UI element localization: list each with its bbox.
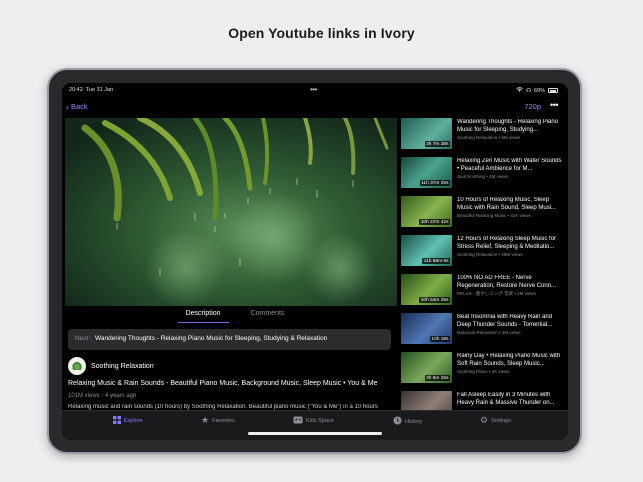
ipad-frame: 20:42 Tue 31 Jan ••• ☊ 69% ‹ Back 720p •… [47, 68, 582, 454]
tab-explore[interactable]: Explore [113, 416, 143, 426]
related-meta: Beautiful Relaxing Music • 41K views [457, 213, 531, 218]
grid-icon [113, 416, 121, 426]
battery-percent: 69% [533, 87, 545, 94]
video-meta: 101M views · 4 years ago [68, 393, 137, 399]
star-icon: ★ [201, 415, 210, 425]
channel-row[interactable]: Soothing Relaxation [68, 356, 154, 376]
related-title: Wandering Thoughts - Relaxing Piano Musi… [457, 119, 559, 133]
more-icon[interactable]: ••• [550, 100, 558, 110]
battery-icon [548, 88, 558, 93]
duration-badge: 3h 7m 38s [424, 141, 450, 147]
screen: 20:42 Tue 31 Jan ••• ☊ 69% ‹ Back 720p •… [62, 83, 568, 440]
chevron-left-icon: ‹ [66, 101, 69, 112]
next-label: Next: [75, 335, 91, 342]
related-title: 100% NO AD FREE - Nerve Regeneration, Re… [457, 275, 557, 289]
related-title: Beat Insomnia with Heavy Rain and Deep T… [457, 314, 553, 328]
tab-settings[interactable]: ⚙ Settings [480, 416, 511, 425]
related-thumbnail[interactable]: 11h 58m 9s [401, 235, 452, 266]
next-title: Wandering Thoughts - Relaxing Piano Musi… [94, 335, 328, 342]
video-player[interactable] [65, 118, 397, 306]
related-item[interactable]: 3h 7m 38s Wandering Thoughts - Relaxing … [401, 118, 568, 150]
related-thumbnail[interactable]: 3h 7m 38s [401, 118, 452, 149]
status-right: ☊ 69% [516, 87, 558, 94]
related-title: Rainy Day • Relaxing Piano Music with So… [457, 353, 561, 367]
tab-favorites-label: Favorites [212, 417, 235, 424]
related-title: Fall Asleep Easily in 3 Minutes with Hea… [457, 392, 555, 406]
next-up-bar[interactable]: Next: Wandering Thoughts - Relaxing Pian… [68, 329, 391, 350]
related-meta: Soothing Piano • 4K views [457, 369, 510, 374]
related-title: Relaxing Zen Music with Water Sounds • P… [457, 158, 562, 172]
related-meta: Soul Soothing • 4M views [457, 174, 508, 179]
home-indicator[interactable] [248, 432, 382, 435]
related-meta: Soothing Relaxation • 5M views [457, 135, 521, 140]
related-meta: Naturous Relaxation • 1M views [457, 330, 521, 335]
status-clock: 20:42 [69, 87, 83, 93]
clock-icon [393, 416, 402, 427]
back-button[interactable]: ‹ Back [66, 102, 88, 111]
channel-name[interactable]: Soothing Relaxation [91, 363, 154, 370]
related-item[interactable]: 11h 37m 25s Relaxing Zen Music with Wate… [401, 157, 568, 189]
status-bar: 20:42 Tue 31 Jan ••• ☊ 69% [62, 83, 568, 97]
tab-kids-space[interactable]: Kids Space [293, 416, 334, 426]
multitask-dots-icon[interactable]: ••• [310, 85, 317, 94]
channel-avatar[interactable] [68, 357, 86, 375]
video-title: Relaxing Music & Rain Sounds - Beautiful… [68, 380, 378, 387]
detail-tabs: Description Comments [65, 307, 397, 323]
status-date: Tue 31 Jan [85, 87, 114, 93]
related-item[interactable]: 10h 18s Beat Insomnia with Heavy Rain an… [401, 313, 568, 345]
promo-headline: Open Youtube links in Ivory [228, 25, 415, 41]
tab-explore-label: Explore [124, 418, 143, 424]
related-thumbnail[interactable]: 11h 37m 25s [401, 157, 452, 188]
duration-badge: 11h 37m 25s [419, 180, 450, 186]
duration-badge: 10h 47m 42s [419, 219, 450, 225]
status-time: 20:42 Tue 31 Jan [69, 87, 113, 93]
tab-comments[interactable]: Comments [251, 307, 285, 323]
duration-badge: 3h 5m 25s [424, 375, 450, 381]
tab-bar: Explore ★ Favorites Kids Space History ⚙ [62, 410, 568, 440]
tab-settings-label: Settings [491, 417, 511, 424]
back-label: Back [71, 102, 88, 111]
quality-button[interactable]: 720p [524, 102, 541, 111]
duration-badge: 11h 58m 9s [422, 258, 450, 264]
related-meta: RELAX - 癒やしソング 音楽 • 2M views [457, 291, 536, 296]
tab-favorites[interactable]: ★ Favorites [201, 416, 235, 425]
tab-kids-label: Kids Space [306, 418, 334, 424]
tab-history[interactable]: History [393, 416, 422, 427]
related-item[interactable]: 3h 5m 25s Rainy Day • Relaxing Piano Mus… [401, 352, 568, 384]
related-thumbnail[interactable]: 10h 18s [401, 313, 452, 344]
related-thumbnail[interactable]: 3h 5m 25s [401, 352, 452, 383]
related-title: 10 Hours of Relaxing Music, Sleep Music … [457, 197, 557, 211]
related-thumbnail[interactable]: 10h 54m 25s [401, 274, 452, 305]
tab-description[interactable]: Description [177, 307, 229, 323]
wifi-icon [516, 87, 523, 94]
video-frame [65, 118, 397, 306]
duration-badge: 10h 18s [429, 336, 450, 342]
duration-badge: 10h 54m 25s [419, 297, 450, 303]
related-item[interactable]: 11h 58m 9s 12 Hours of Relaxing Sleep Mu… [401, 235, 568, 267]
headphones-icon: ☊ [526, 87, 531, 94]
related-list: 3h 7m 38s Wandering Thoughts - Relaxing … [401, 118, 568, 413]
related-meta: Soothing Relaxation • 29M views [457, 252, 523, 257]
gear-icon: ⚙ [480, 415, 489, 425]
tab-history-label: History [405, 418, 423, 425]
related-thumbnail[interactable]: 10h 47m 42s [401, 196, 452, 227]
related-item[interactable]: 10h 54m 25s 100% NO AD FREE - Nerve Rege… [401, 274, 568, 306]
related-item[interactable]: 10h 47m 42s 10 Hours of Relaxing Music, … [401, 196, 568, 228]
nav-bar: ‹ Back 720p ••• [62, 100, 568, 114]
related-title: 12 Hours of Relaxing Sleep Music for Str… [457, 236, 557, 250]
kids-icon [293, 416, 303, 426]
